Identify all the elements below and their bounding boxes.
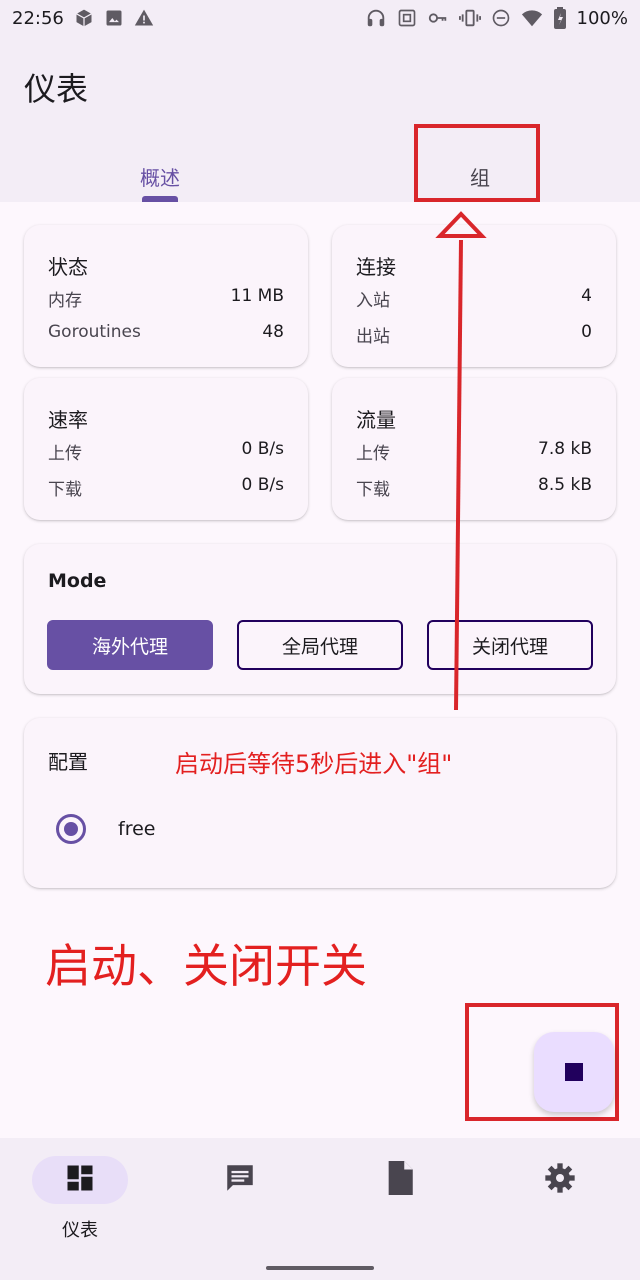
- profile-radio[interactable]: [56, 814, 86, 844]
- clock: 22:56: [12, 7, 64, 29]
- nav-messages[interactable]: [192, 1156, 288, 1204]
- annotation-box-groups-tab: [414, 124, 540, 202]
- document-icon: [385, 1161, 415, 1199]
- goroutines-label: Goroutines: [48, 322, 141, 342]
- nav-dashboard-label: 仪表: [62, 1220, 98, 1241]
- annotation-note-switch: 启动、关闭开关: [45, 939, 367, 993]
- upload-traffic-label: 上传: [356, 444, 390, 464]
- warning-icon: [134, 8, 154, 28]
- status-bar-right: 100%: [365, 7, 628, 29]
- download-traffic-value: 8.5 kB: [538, 475, 592, 495]
- mode-off-button[interactable]: 关闭代理: [427, 620, 593, 670]
- nav-settings[interactable]: [512, 1156, 608, 1204]
- upload-traffic-value: 7.8 kB: [538, 439, 592, 459]
- tab-overview[interactable]: 概述: [0, 150, 320, 202]
- cube-icon: [74, 8, 94, 28]
- wifi-icon: [521, 7, 543, 29]
- vibrate-icon: [458, 7, 481, 29]
- profile-name[interactable]: free: [118, 818, 155, 840]
- start-stop-fab[interactable]: [534, 1032, 614, 1112]
- page-title: 仪表: [24, 70, 89, 108]
- outbound-value: 0: [581, 322, 592, 342]
- status-bar-left: 22:56: [12, 8, 154, 29]
- mode-card: Mode 海外代理 全局代理 关闭代理: [24, 544, 616, 694]
- dashboard-icon: [65, 1163, 95, 1197]
- bottom-nav: 仪表: [0, 1138, 640, 1280]
- tab-overview-label: 概述: [140, 165, 180, 190]
- mode-global-button[interactable]: 全局代理: [237, 620, 403, 670]
- upload-traffic-row: 上传 7.8 kB: [356, 439, 592, 464]
- goroutines-value: 48: [262, 322, 284, 342]
- image-icon: [104, 8, 124, 28]
- app-bar: 仪表 概述 组: [0, 36, 640, 202]
- headset-icon: [365, 7, 387, 29]
- battery-percent: 100%: [576, 7, 628, 29]
- battery-icon: [553, 7, 567, 29]
- connection-card-title: 连接: [356, 255, 396, 279]
- goroutines-row: Goroutines 48: [48, 322, 284, 342]
- mode-off-label: 关闭代理: [471, 635, 548, 658]
- memory-label: 内存: [48, 291, 82, 311]
- download-traffic-row: 下载 8.5 kB: [356, 475, 592, 500]
- download-speed-label: 下载: [48, 480, 82, 500]
- memory-row: 内存 11 MB: [48, 286, 284, 311]
- inbound-value: 4: [581, 286, 592, 306]
- download-speed-row: 下载 0 B/s: [48, 475, 284, 500]
- download-speed-value: 0 B/s: [241, 475, 284, 495]
- speed-card: 速率 上传 0 B/s 下载 0 B/s: [24, 378, 308, 520]
- speed-card-title: 速率: [48, 408, 88, 432]
- message-icon: [223, 1161, 257, 1199]
- outbound-label: 出站: [356, 327, 390, 347]
- gesture-home-bar[interactable]: [266, 1266, 374, 1270]
- download-traffic-label: 下载: [356, 480, 390, 500]
- dnd-icon: [491, 8, 511, 28]
- traffic-card-title: 流量: [356, 408, 396, 432]
- upload-speed-row: 上传 0 B/s: [48, 439, 284, 464]
- status-card: 状态 内存 11 MB Goroutines 48: [24, 225, 308, 367]
- nfc-icon: [397, 8, 417, 28]
- gear-icon: [544, 1162, 576, 1198]
- inbound-label: 入站: [356, 291, 390, 311]
- radio-selected-dot: [64, 822, 78, 836]
- outbound-row: 出站 0: [356, 322, 592, 347]
- key-icon: [427, 7, 449, 29]
- nav-dashboard[interactable]: [32, 1156, 128, 1204]
- connection-card: 连接 入站 4 出站 0: [332, 225, 616, 367]
- upload-speed-value: 0 B/s: [241, 439, 284, 459]
- mode-overseas-button[interactable]: 海外代理: [47, 620, 213, 670]
- inbound-row: 入站 4: [356, 286, 592, 311]
- mode-card-title: Mode: [48, 570, 107, 592]
- annotation-note-groups: 启动后等待5秒后进入"组": [175, 750, 453, 778]
- status-card-title: 状态: [48, 255, 88, 279]
- nav-logs[interactable]: [352, 1156, 448, 1204]
- stop-icon: [565, 1063, 583, 1081]
- mode-overseas-label: 海外代理: [91, 635, 168, 658]
- profile-card-title: 配置: [48, 750, 88, 774]
- traffic-card: 流量 上传 7.8 kB 下载 8.5 kB: [332, 378, 616, 520]
- upload-speed-label: 上传: [48, 444, 82, 464]
- memory-value: 11 MB: [230, 286, 284, 306]
- tab-indicator: [142, 196, 178, 202]
- mode-global-label: 全局代理: [281, 635, 358, 658]
- status-bar: 22:56 100%: [0, 0, 640, 36]
